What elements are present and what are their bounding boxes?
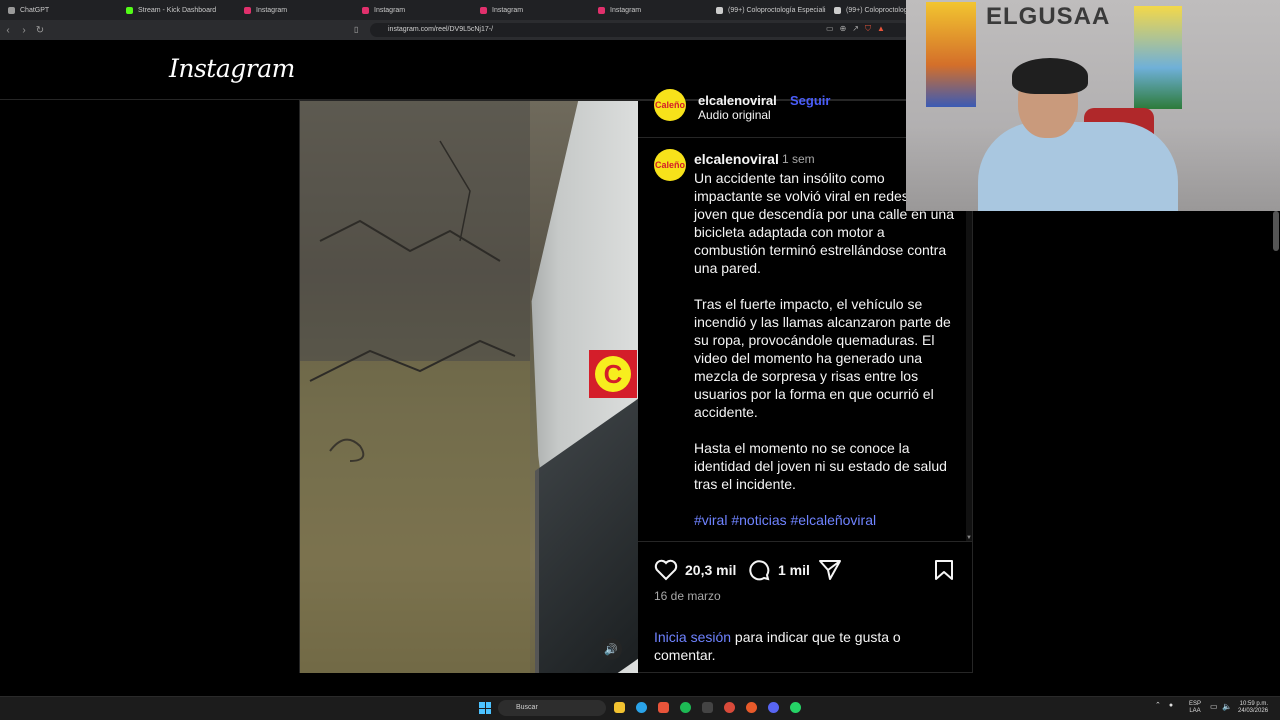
browser-tab[interactable]: ChatGPT [0, 0, 118, 20]
taskbar-clock[interactable]: 10:59 p.m. 24/03/2026 [1238, 701, 1268, 715]
streamer [950, 58, 1178, 211]
start-icon[interactable] [479, 702, 491, 714]
taskbar-search[interactable]: Buscar [498, 700, 606, 716]
webcam-overlay: ELGUSAA [906, 0, 1280, 211]
send-icon [819, 560, 841, 580]
comment-button[interactable]: 1 mil [747, 559, 810, 581]
post-actions: 20,3 mil 1 mil 16 de marzo Inicia sesión… [638, 541, 973, 674]
bookmark-star-icon[interactable]: ▯ [354, 25, 358, 34]
address-bar-actions: ▭ ⊕ ↗ ⛉ ▲ [826, 24, 885, 34]
heart-icon [654, 559, 678, 581]
tab-title: Stream - Kick Dashboard [138, 6, 217, 14]
tab-favicon-icon [8, 6, 15, 14]
network-icon[interactable]: ▭ [1210, 702, 1218, 711]
tab-favicon-icon [126, 6, 133, 14]
rewards-icon[interactable]: ▲ [877, 24, 885, 34]
tab-favicon-icon [480, 6, 487, 14]
tab-title: Instagram [256, 6, 288, 14]
mic-icon[interactable]: ● [1169, 702, 1173, 709]
volume-icon[interactable]: 🔈 [1222, 702, 1232, 711]
reel-video[interactable]: C 🔊 [300, 101, 638, 673]
wall-sign: ELGUSAA [986, 3, 1111, 30]
caption-avatar[interactable]: Caleño [654, 149, 686, 181]
spotify-icon[interactable] [680, 702, 691, 713]
zoom-icon[interactable]: ⊕ [840, 24, 847, 34]
tab-title: Instagram [610, 6, 642, 14]
tab-favicon-icon [716, 6, 723, 14]
chrome-icon[interactable] [724, 702, 735, 713]
lang-line: ESP [1189, 701, 1202, 707]
browser-tab[interactable]: (99+) Coloproctología Especialista [708, 0, 826, 20]
caption-paragraph: Hasta el momento no se conoce la identid… [694, 440, 947, 492]
channel-watermark: C [589, 350, 637, 398]
file-explorer-icon[interactable] [614, 702, 625, 713]
share-icon[interactable]: ↗ [852, 24, 859, 34]
page-scrollbar[interactable] [1273, 211, 1279, 251]
browser-tab[interactable]: Stream - Kick Dashboard [118, 0, 236, 20]
follow-button[interactable]: Seguir [790, 93, 830, 108]
streamer-hoodie [978, 122, 1178, 211]
chevron-up-icon[interactable]: ⌃ [1155, 701, 1161, 709]
caption-username[interactable]: elcalenoviral [694, 151, 779, 167]
browser-tab[interactable]: Instagram [236, 0, 354, 20]
discord-icon[interactable] [768, 702, 779, 713]
app-icon[interactable] [702, 702, 713, 713]
tab-title: Instagram [492, 6, 524, 14]
poster-right [1134, 6, 1182, 109]
windows-taskbar: ⌕ Buscar ⌃ ● ESP LAA ▭ 🔈 10:59 p.m. 24/0… [0, 696, 1280, 720]
clock-time: 10:59 p.m. [1239, 701, 1269, 707]
instagram-logo[interactable]: Instagram [169, 54, 295, 83]
lang-line: LAA [1189, 708, 1201, 714]
caption-text: Un accidente tan insólito como impactant… [694, 169, 956, 541]
caption-time[interactable]: 1 sem [782, 152, 815, 166]
whatsapp-icon[interactable] [790, 702, 801, 713]
language-indicator[interactable]: ESP LAA [1189, 701, 1201, 715]
back-icon[interactable]: ‹ [0, 25, 16, 36]
save-button[interactable] [934, 559, 954, 581]
forward-icon[interactable]: › [16, 25, 32, 36]
comment-icon [749, 560, 770, 581]
share-button[interactable] [818, 559, 842, 581]
streamer-hair [1012, 58, 1088, 94]
browser-tab[interactable]: Instagram [354, 0, 472, 20]
bookmark-icon [935, 560, 953, 580]
tab-favicon-icon [244, 6, 251, 14]
edge-icon[interactable] [636, 702, 647, 713]
clock-date: 24/03/2026 [1238, 708, 1269, 714]
shield-icon[interactable]: ⛉ [865, 24, 871, 34]
system-tray: ⌃ ● [1155, 701, 1173, 710]
browser-tab[interactable]: Instagram [472, 0, 590, 20]
browser-tab[interactable]: Instagram [590, 0, 708, 20]
hashtags[interactable]: #viral #noticias #elcaleñoviral [694, 511, 956, 529]
likes-count: 20,3 mil [685, 562, 737, 578]
reload-icon[interactable]: ↻ [32, 25, 48, 36]
tab-title: Instagram [374, 6, 406, 14]
login-prompt: Inicia sesión para indicar que te gusta … [654, 628, 954, 664]
tab-favicon-icon [834, 6, 841, 14]
watermark-letter: C [595, 356, 631, 392]
header-avatar[interactable]: Caleño [654, 89, 686, 121]
brave-icon[interactable] [658, 702, 669, 713]
obs-icon[interactable] [746, 702, 757, 713]
audio-label[interactable]: Audio original [698, 108, 771, 122]
reel-post: C 🔊 Caleño elcalenoviral Seguir Audio or… [299, 89, 973, 674]
mute-toggle-icon[interactable]: 🔊 [600, 638, 622, 660]
tab-title: ChatGPT [20, 6, 50, 14]
tab-title: (99+) Coloproctología Especialista [728, 6, 826, 14]
post-date[interactable]: 16 de marzo [654, 589, 721, 603]
login-link[interactable]: Inicia sesión [654, 629, 731, 645]
tab-favicon-icon [598, 6, 605, 14]
tab-favicon-icon [362, 6, 369, 14]
caption-paragraph: Tras el fuerte impacto, el vehículo se i… [694, 296, 951, 420]
header-username[interactable]: elcalenoviral [698, 93, 777, 108]
cast-icon[interactable]: ▭ [826, 24, 834, 34]
like-button[interactable]: 20,3 mil [654, 559, 736, 581]
comments-count: 1 mil [778, 562, 810, 578]
